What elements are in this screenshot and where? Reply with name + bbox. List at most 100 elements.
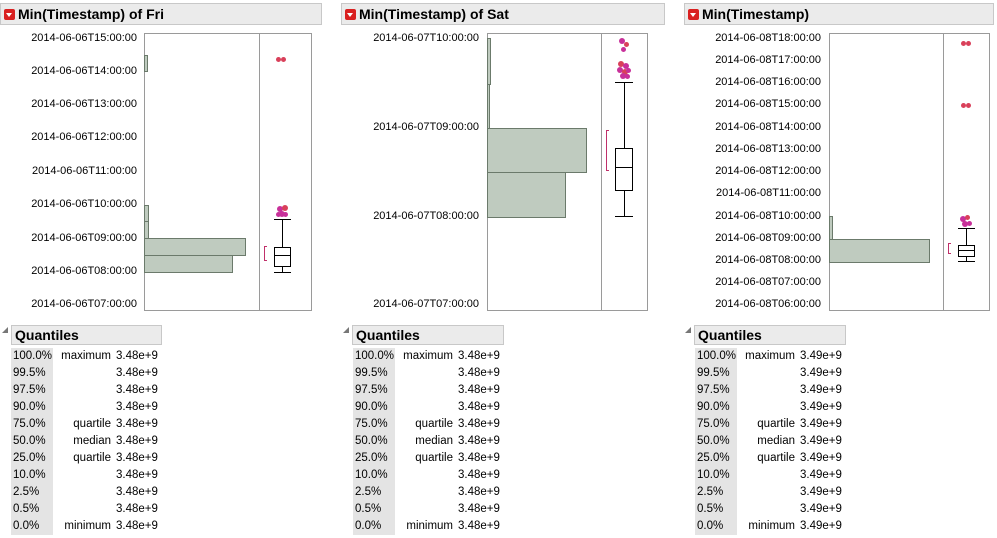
box-plot-box [274,247,291,267]
outlier-point [283,212,288,217]
quantile-row: 97.5% 3.49e+9 [695,382,855,399]
quantiles-header[interactable]: Quantiles [694,325,846,345]
quantiles-header[interactable]: Quantiles [352,325,504,345]
quantile-label: minimum [748,520,795,532]
red-triangle-menu-icon[interactable] [4,9,15,20]
y-axis-label: 2014-06-08T15:00:00 [715,98,821,110]
quantile-pct: 100.0% [11,348,53,365]
quantile-row: 0.5% 3.49e+9 [695,501,855,518]
quantile-pct: 75.0% [353,416,395,433]
quantile-pct: 90.0% [11,399,53,416]
quantile-row: 0.0% minimum 3.48e+9 [11,518,171,535]
y-axis-label: 2014-06-06T10:00:00 [31,198,137,210]
panel-title: Min(Timestamp) [702,6,810,22]
shortest-half-bracket [948,243,951,254]
quantile-row: 2.5% 3.49e+9 [695,484,855,501]
quantile-value: 3.48e+9 [116,435,158,447]
whisker-cap [615,216,633,217]
quantile-value: 3.49e+9 [800,350,842,362]
box-whisker [624,82,625,148]
quantile-row: 50.0% median 3.48e+9 [11,433,171,450]
quantile-pct: 2.5% [695,484,737,501]
quantiles-header[interactable]: Quantiles [11,325,162,345]
y-axis-label: 2014-06-08T09:00:00 [715,232,821,244]
quantile-pct: 50.0% [695,433,737,450]
quantile-pct: 90.0% [695,399,737,416]
quantile-value: 3.49e+9 [800,486,842,498]
quantile-pct: 90.0% [353,399,395,416]
quantile-value: 3.48e+9 [116,503,158,515]
panel-header[interactable]: Min(Timestamp) [684,3,994,25]
quantile-row: 97.5% 3.48e+9 [11,382,171,399]
quantile-pct: 25.0% [695,450,737,467]
quantile-label: median [73,435,111,447]
y-axis-label: 2014-06-07T09:00:00 [373,121,479,133]
quantile-label: minimum [64,520,111,532]
quantile-value: 3.48e+9 [458,469,500,481]
quantile-value: 3.48e+9 [458,384,500,396]
quantile-row: 50.0% median 3.48e+9 [353,433,513,450]
quantile-pct: 10.0% [11,467,53,484]
quantiles-table: 100.0% maximum 3.48e+9 99.5% 3.48e+9 97.5% 3… [353,348,513,535]
quantile-pct: 100.0% [353,348,395,365]
quantile-row: 75.0% quartile 3.48e+9 [353,416,513,433]
quantile-row: 0.5% 3.48e+9 [353,501,513,518]
quantile-value: 3.48e+9 [458,486,500,498]
collapse-triangle-icon[interactable] [343,327,349,333]
collapse-triangle-icon[interactable] [685,327,691,333]
whisker-cap [274,219,291,220]
quantile-label: quartile [757,452,795,464]
quantile-label: quartile [73,418,111,430]
whisker-cap [615,82,633,83]
outlier-point [967,221,972,226]
quantile-row: 2.5% 3.48e+9 [353,484,513,501]
quantile-pct: 0.5% [11,501,53,518]
quantile-pct: 100.0% [695,348,737,365]
outlier-point [626,68,631,73]
quantile-row: 10.0% 3.49e+9 [695,467,855,484]
quantile-value: 3.49e+9 [800,452,842,464]
quantile-pct: 75.0% [11,416,53,433]
quantiles-table: 100.0% maximum 3.49e+9 99.5% 3.49e+9 97.5% 3… [695,348,855,535]
red-triangle-menu-icon[interactable] [345,9,356,20]
outlier-point [966,41,971,46]
outlier-point [276,212,281,217]
y-axis-label: 2014-06-06T11:00:00 [32,165,137,177]
quantile-value: 3.48e+9 [116,520,158,532]
quantile-pct: 2.5% [353,484,395,501]
histogram-bar [144,205,149,222]
shortest-half-bracket [264,246,267,261]
y-axis-label: 2014-06-08T17:00:00 [715,54,821,66]
quantile-pct: 25.0% [11,450,53,467]
y-axis-label: 2014-06-08T12:00:00 [715,165,821,177]
whisker-cap [958,228,975,229]
panel-header[interactable]: Min(Timestamp) of Fri [0,3,322,25]
y-axis-label: 2014-06-08T14:00:00 [715,121,821,133]
quantile-pct: 50.0% [11,433,53,450]
y-axis-label: 2014-06-08T11:00:00 [716,187,821,199]
quantile-row: 10.0% 3.48e+9 [353,467,513,484]
quantile-row: 0.5% 3.48e+9 [11,501,171,518]
histogram-bar [144,221,149,239]
quantile-value: 3.49e+9 [800,520,842,532]
quantile-label: quartile [757,418,795,430]
whisker-cap [274,272,291,273]
plot-frame [829,33,990,311]
quantile-row: 0.0% minimum 3.49e+9 [695,518,855,535]
panel-header[interactable]: Min(Timestamp) of Sat [341,3,665,25]
quantile-value: 3.48e+9 [116,469,158,481]
quantile-row: 10.0% 3.48e+9 [11,467,171,484]
collapse-triangle-icon[interactable] [2,327,8,333]
red-triangle-menu-icon[interactable] [688,9,699,20]
quantile-value: 3.49e+9 [800,503,842,515]
quantile-row: 90.0% 3.49e+9 [695,399,855,416]
quantiles-table: 100.0% maximum 3.48e+9 99.5% 3.48e+9 97.5% 3… [11,348,171,535]
quantile-row: 90.0% 3.48e+9 [353,399,513,416]
quantile-label: minimum [406,520,453,532]
quantile-label: quartile [415,418,453,430]
quantile-row: 90.0% 3.48e+9 [11,399,171,416]
histogram-bar [487,84,490,129]
box-median-line [958,250,975,251]
quantile-value: 3.48e+9 [458,452,500,464]
quantile-value: 3.48e+9 [458,367,500,379]
